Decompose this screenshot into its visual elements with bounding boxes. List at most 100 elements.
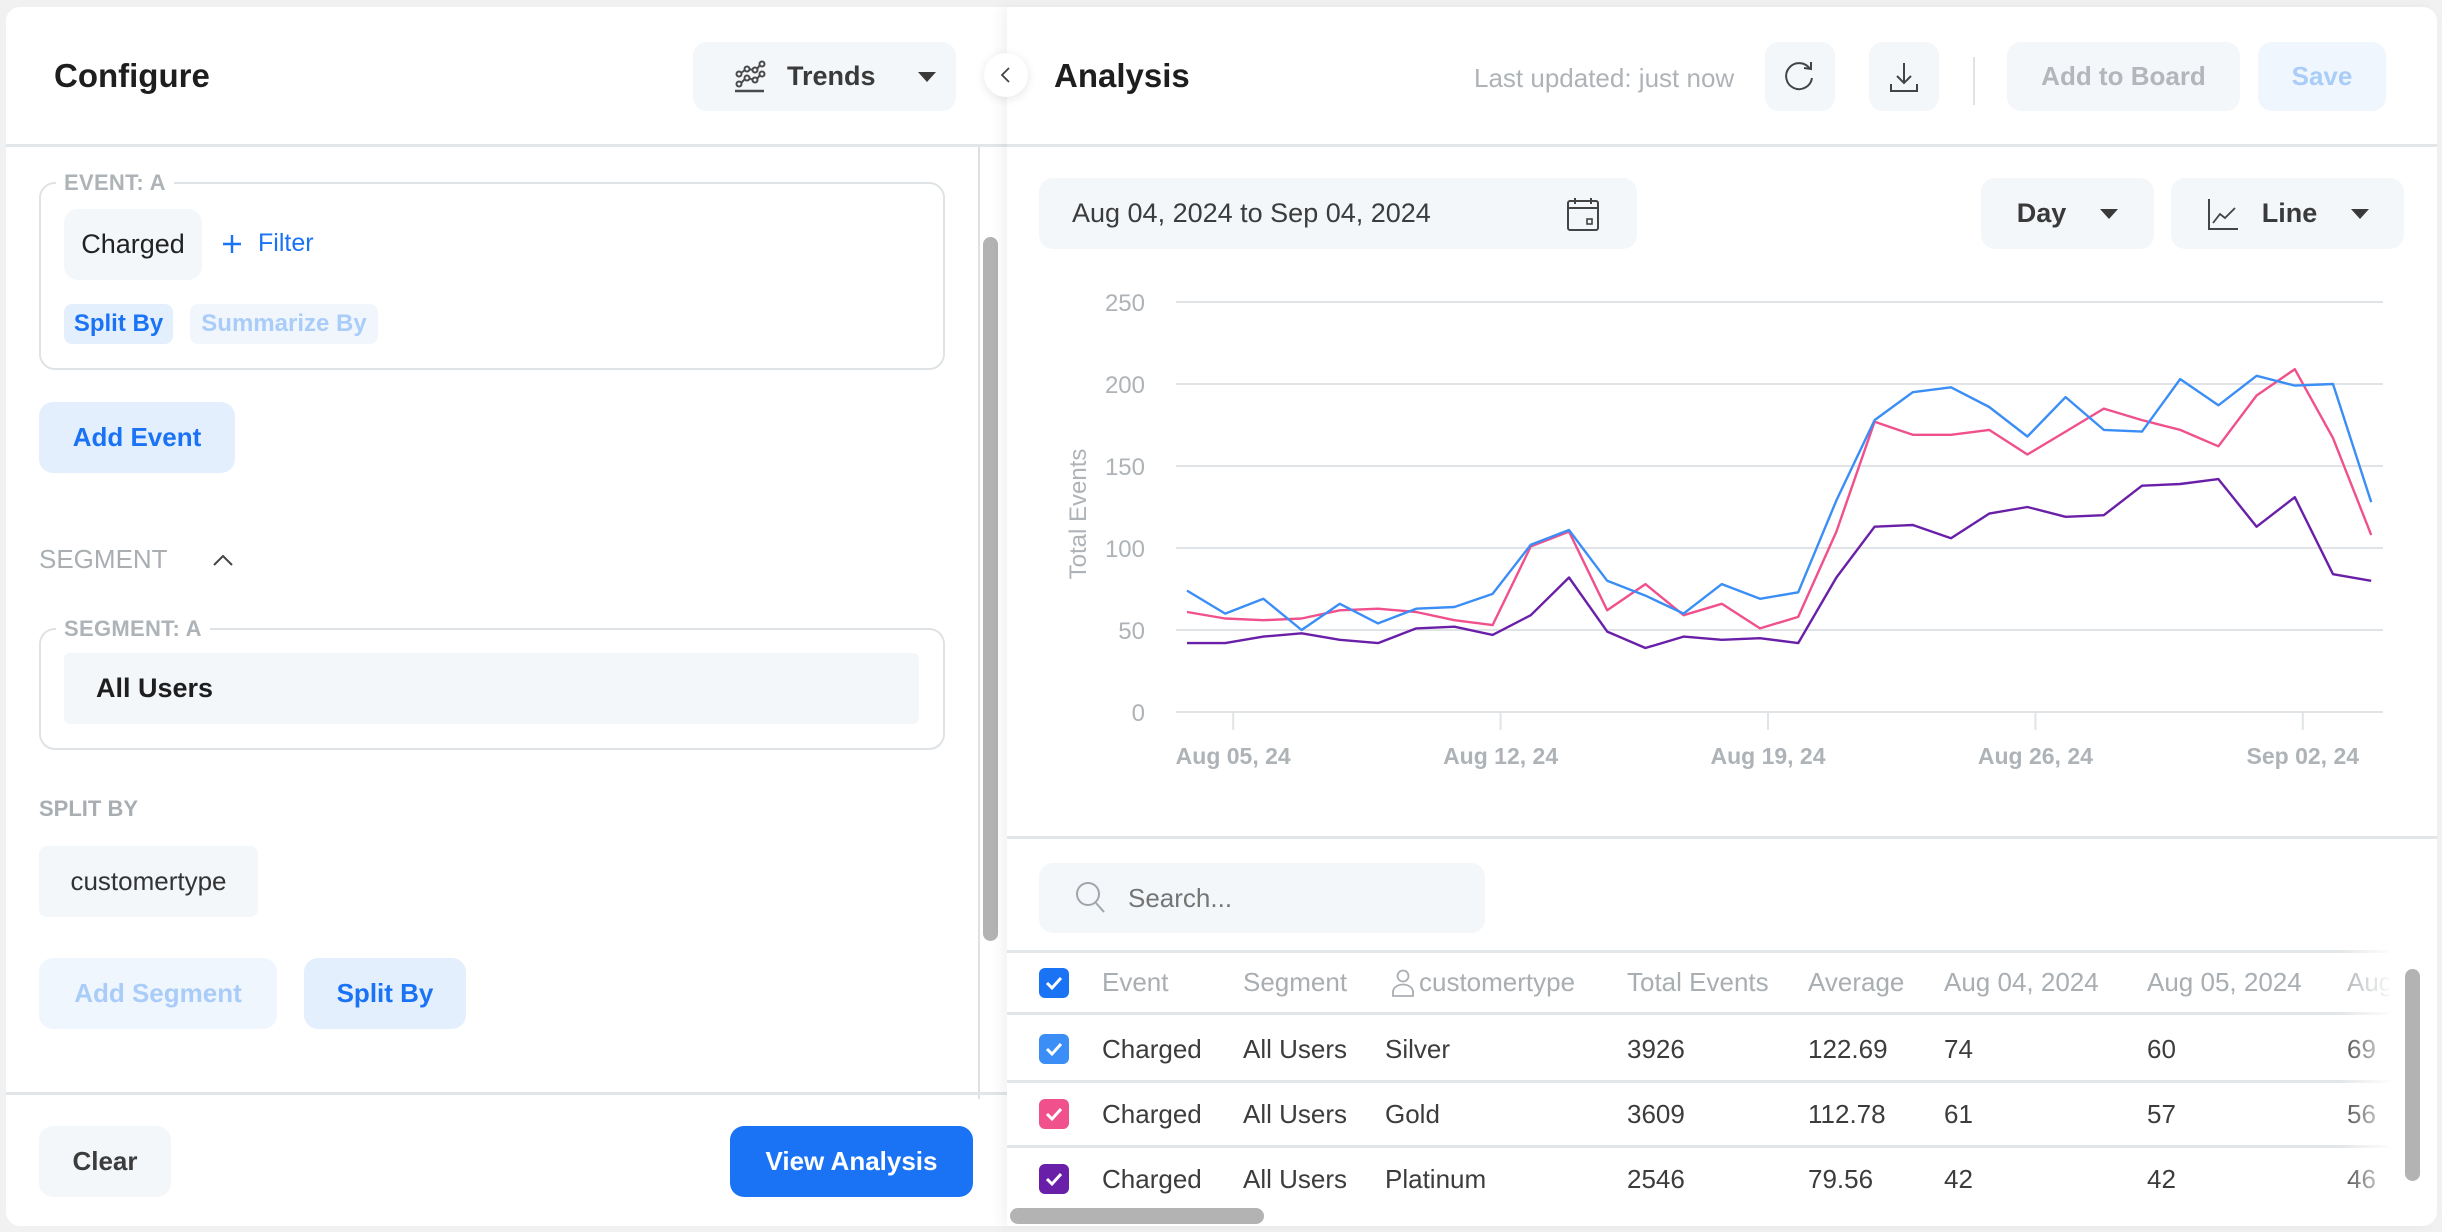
configure-title: Configure bbox=[54, 57, 210, 94]
table-search[interactable] bbox=[1039, 863, 1485, 933]
series-line bbox=[1186, 367, 2373, 630]
cell-date-1: 42 bbox=[1944, 1163, 1973, 1194]
y-axis-label: Total Events bbox=[1065, 449, 1092, 580]
column-header-segment[interactable]: Segment bbox=[1243, 953, 1347, 1012]
save-button[interactable]: Save bbox=[2258, 42, 2386, 111]
granularity-dropdown[interactable]: Day bbox=[1981, 178, 2154, 249]
check-icon bbox=[1045, 1042, 1063, 1057]
cell-date-3: 69 bbox=[2347, 1033, 2376, 1064]
last-updated-text: Last updated: just now bbox=[1474, 63, 1735, 93]
column-header-total-events[interactable]: Total Events bbox=[1627, 953, 1769, 1012]
analysis-panel: Analysis Last updated: just now Add to B… bbox=[1007, 7, 2437, 1226]
date-range-picker[interactable]: Aug 04, 2024 to Sep 04, 2024 bbox=[1039, 178, 1637, 249]
analysis-title: Analysis bbox=[1054, 57, 1190, 94]
event-a-legend: EVENT: A bbox=[56, 170, 174, 196]
table-row[interactable]: Charged All Users Platinum 2546 79.56 42… bbox=[1007, 1148, 2389, 1208]
footer-divider bbox=[6, 1092, 1007, 1095]
toolbar-separator bbox=[1973, 57, 1975, 105]
y-tick-label: 200 bbox=[1105, 372, 1145, 399]
download-button[interactable] bbox=[1869, 42, 1939, 111]
cell-average: 112.78 bbox=[1808, 1098, 1886, 1129]
cell-event: Charged bbox=[1102, 1098, 1202, 1129]
caret-down-icon bbox=[2351, 208, 2370, 219]
cell-segment: All Users bbox=[1243, 1033, 1348, 1064]
configure-panel: Configure Trends EVENT: A Charged Filter… bbox=[6, 7, 1007, 1226]
y-tick-label: 0 bbox=[1132, 700, 1145, 727]
analysis-type-label: Trends bbox=[787, 61, 876, 91]
column-header-event[interactable]: Event bbox=[1102, 953, 1169, 1012]
chevron-left-icon bbox=[1000, 67, 1010, 83]
header-divider bbox=[1007, 144, 2437, 147]
column-header-average[interactable]: Average bbox=[1808, 953, 1904, 1012]
column-header-date-2[interactable]: Aug 05, 2024 bbox=[2147, 953, 2302, 1012]
x-tick-label: Aug 12, 24 bbox=[1443, 743, 1558, 769]
select-all-checkbox[interactable] bbox=[1039, 967, 1069, 998]
cell-average: 79.56 bbox=[1808, 1163, 1874, 1194]
cell-segment: All Users bbox=[1243, 1098, 1348, 1129]
chart-divider bbox=[1007, 836, 2437, 839]
segment-section-label: SEGMENT bbox=[39, 544, 168, 574]
analysis-type-dropdown[interactable]: Trends bbox=[693, 42, 956, 111]
column-header-date-3[interactable]: Aug 06, 2024 bbox=[2347, 953, 2389, 1012]
check-icon bbox=[1045, 976, 1063, 990]
segment-section-toggle[interactable]: SEGMENT bbox=[39, 544, 234, 575]
table-row[interactable]: Charged All Users Gold 3609 112.78 61 57… bbox=[1007, 1083, 2389, 1148]
results-table: Event Segment customertype Total Events … bbox=[1007, 950, 2389, 1208]
segment-a-legend: SEGMENT: A bbox=[56, 616, 210, 642]
event-split-by-button[interactable]: Split By bbox=[64, 304, 173, 344]
check-icon bbox=[1045, 1172, 1063, 1187]
segment-selector[interactable]: All Users bbox=[64, 653, 919, 724]
y-tick-label: 100 bbox=[1105, 536, 1145, 563]
trends-icon bbox=[735, 60, 766, 92]
add-event-button[interactable]: Add Event bbox=[39, 402, 235, 473]
plus-icon bbox=[223, 234, 241, 253]
x-tick-label: Aug 19, 24 bbox=[1710, 743, 1825, 769]
view-analysis-button[interactable]: View Analysis bbox=[730, 1126, 973, 1197]
x-tick-label: Aug 05, 24 bbox=[1176, 743, 1291, 769]
cell-event: Charged bbox=[1102, 1163, 1202, 1194]
cell-date-2: 57 bbox=[2147, 1098, 2176, 1129]
calendar-icon bbox=[1567, 198, 1599, 231]
caret-down-icon bbox=[2100, 208, 2119, 219]
user-icon bbox=[1392, 969, 1414, 997]
cell-date-3: 46 bbox=[2347, 1163, 2376, 1194]
y-tick-label: 50 bbox=[1118, 618, 1145, 645]
event-selector[interactable]: Charged bbox=[64, 209, 202, 280]
column-header-date-1[interactable]: Aug 04, 2024 bbox=[1944, 953, 2099, 1012]
scroll-track-divider bbox=[978, 147, 980, 1099]
split-by-property-chip[interactable]: customertype bbox=[39, 846, 258, 917]
y-tick-label: 250 bbox=[1105, 290, 1145, 317]
search-input[interactable] bbox=[1128, 882, 1468, 914]
refresh-button[interactable] bbox=[1765, 42, 1835, 111]
row-checkbox[interactable] bbox=[1039, 1099, 1069, 1129]
summarize-by-button[interactable]: Summarize By bbox=[190, 304, 378, 344]
header-divider bbox=[6, 144, 1007, 147]
chart-type-dropdown[interactable]: Line bbox=[2171, 178, 2404, 249]
clear-button[interactable]: Clear bbox=[39, 1126, 171, 1197]
cell-customertype: Gold bbox=[1385, 1098, 1440, 1129]
split-by-button[interactable]: Split By bbox=[304, 958, 466, 1029]
row-checkbox[interactable] bbox=[1039, 1034, 1069, 1064]
cell-date-3: 56 bbox=[2347, 1098, 2376, 1129]
add-segment-button[interactable]: Add Segment bbox=[39, 958, 277, 1029]
collapse-panel-button[interactable] bbox=[984, 53, 1028, 97]
chevron-up-icon bbox=[212, 554, 233, 566]
filter-label: Filter bbox=[258, 229, 314, 257]
trend-line-chart: 0 50 100 150 200 250 Aug 05, 24 Aug 12, 24 Aug … bbox=[1065, 290, 2383, 769]
cell-date-1: 61 bbox=[1944, 1098, 1973, 1129]
table-horizontal-scrollbar[interactable] bbox=[1010, 1208, 1264, 1224]
add-filter-button[interactable]: Filter bbox=[220, 229, 314, 258]
configure-scrollbar[interactable] bbox=[983, 237, 998, 941]
table-vertical-scrollbar[interactable] bbox=[2405, 969, 2420, 1181]
add-to-board-button[interactable]: Add to Board bbox=[2007, 42, 2240, 111]
column-header-customertype[interactable]: customertype bbox=[1391, 953, 1575, 1012]
cell-customertype: Silver bbox=[1385, 1033, 1451, 1064]
row-checkbox[interactable] bbox=[1039, 1164, 1069, 1194]
cell-total-events: 3609 bbox=[1627, 1098, 1685, 1129]
table-row[interactable]: Charged All Users Silver 3926 122.69 74 … bbox=[1007, 1018, 2389, 1083]
cell-date-2: 42 bbox=[2147, 1163, 2176, 1194]
table-header-row: Event Segment customertype Total Events … bbox=[1007, 950, 2389, 1015]
date-range-value: Aug 04, 2024 to Sep 04, 2024 bbox=[1072, 198, 1431, 228]
refresh-icon bbox=[1785, 61, 1813, 90]
series-line bbox=[1186, 374, 2373, 632]
